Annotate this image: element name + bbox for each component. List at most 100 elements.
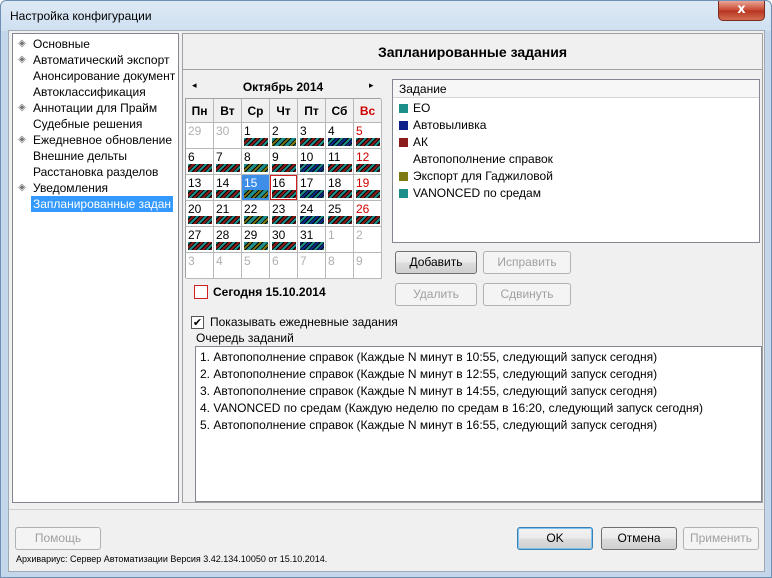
- calendar-day[interactable]: 30: [270, 227, 298, 253]
- queue-item[interactable]: 5. Автопополнение справок (Каждые N мину…: [200, 417, 657, 434]
- queue-item[interactable]: 4. VANONCED по средам (Каждую неделю по …: [200, 400, 703, 417]
- queue-item[interactable]: 3. Автопополнение справок (Каждые N мину…: [200, 383, 657, 400]
- calendar-day[interactable]: 4: [326, 123, 354, 149]
- day-number: 29: [188, 124, 202, 138]
- task-marks-icon: [216, 242, 240, 250]
- day-number: 9: [272, 150, 279, 164]
- calendar-day[interactable]: 2: [270, 123, 298, 149]
- task-marks-icon: [300, 164, 324, 172]
- calendar-day[interactable]: 30: [214, 123, 242, 149]
- calendar-day[interactable]: 8: [326, 253, 354, 279]
- day-number: 30: [216, 124, 230, 138]
- weekday-header: Вт: [214, 99, 242, 123]
- tree-item[interactable]: ◈ Аннотации для Прайм: [13, 100, 178, 116]
- queue-item[interactable]: 2. Автопополнение справок (Каждые N мину…: [200, 366, 657, 383]
- calendar-day[interactable]: 7: [214, 149, 242, 175]
- tasks-column-header[interactable]: Задание: [393, 80, 759, 98]
- calendar-day[interactable]: 29: [242, 227, 270, 253]
- expand-icon[interactable]: ◈: [17, 55, 27, 65]
- delete-button[interactable]: Удалить: [395, 283, 477, 306]
- expand-icon[interactable]: ◈: [17, 135, 27, 145]
- task-marks-icon: [356, 164, 380, 172]
- close-button[interactable]: x: [718, 1, 765, 21]
- calendar-day[interactable]: 10: [298, 149, 326, 175]
- queue-item[interactable]: 1. Автопополнение справок (Каждые N мину…: [200, 349, 657, 366]
- title-bar[interactable]: Настройка конфигурации x: [1, 1, 771, 30]
- calendar-day[interactable]: 1: [326, 227, 354, 253]
- next-month-icon[interactable]: ▸: [369, 81, 374, 91]
- day-number: 10: [300, 150, 314, 164]
- calendar-day[interactable]: 27: [186, 227, 214, 253]
- task-marks-icon: [188, 242, 212, 250]
- add-button[interactable]: Добавить: [395, 251, 477, 274]
- task-marks-icon: [300, 190, 324, 198]
- calendar-day[interactable]: 3: [186, 253, 214, 279]
- edit-button[interactable]: Исправить: [483, 251, 571, 274]
- calendar-grid[interactable]: Пн Вт Ср Чт Пт Сб Вс 29 30 1 2 3 4 5 6 7 8 9 10 11 12 13 14 15 1…: [185, 98, 382, 279]
- calendar-day[interactable]: 28: [214, 227, 242, 253]
- expand-icon[interactable]: ◈: [17, 103, 27, 113]
- calendar-day[interactable]: 17: [298, 175, 326, 201]
- apply-button[interactable]: Применить: [683, 527, 759, 550]
- calendar-day[interactable]: 8: [242, 149, 270, 175]
- calendar-day[interactable]: 2: [354, 227, 382, 253]
- tree-item-label: Уведомления: [33, 181, 109, 195]
- calendar-day[interactable]: 6: [186, 149, 214, 175]
- calendar-day[interactable]: 21: [214, 201, 242, 227]
- tree-item[interactable]: ◈ Автоматический экспорт: [13, 52, 178, 68]
- calendar-day[interactable]: 25: [326, 201, 354, 227]
- calendar-day[interactable]: 20: [186, 201, 214, 227]
- cancel-button[interactable]: Отмена: [601, 527, 677, 550]
- show-daily-label[interactable]: Показывать ежедневные задания: [210, 315, 398, 329]
- tree-item[interactable]: Анонсирование документ: [13, 68, 178, 84]
- calendar-day[interactable]: 14: [214, 175, 242, 201]
- day-number: 6: [188, 150, 195, 164]
- calendar-day[interactable]: 12: [354, 149, 382, 175]
- tree-item[interactable]: Автоклассификация: [13, 84, 178, 100]
- tree-item-label: Судебные решения: [33, 117, 143, 131]
- calendar-day[interactable]: 18: [326, 175, 354, 201]
- calendar-day[interactable]: 24: [298, 201, 326, 227]
- task-label: Экспорт для Гаджиловой: [413, 169, 553, 183]
- tree-item[interactable]: Расстановка разделов: [13, 164, 178, 180]
- ok-button[interactable]: OK: [517, 527, 593, 550]
- tree-item[interactable]: Внешние дельты: [13, 148, 178, 164]
- calendar-day[interactable]: 23: [270, 201, 298, 227]
- expand-icon[interactable]: ◈: [17, 183, 27, 193]
- tasks-list[interactable]: Задание ЕО Автовыливка АК Автопополнение сп…: [392, 79, 760, 243]
- calendar-day[interactable]: 9: [354, 253, 382, 279]
- calendar-day[interactable]: 11: [326, 149, 354, 175]
- calendar-day[interactable]: 5: [242, 253, 270, 279]
- settings-tree[interactable]: ◈ Основные ◈ Автоматический экспорт Анонсиро…: [12, 33, 179, 503]
- move-button[interactable]: Сдвинуть: [483, 283, 571, 306]
- calendar-day[interactable]: 7: [298, 253, 326, 279]
- help-button[interactable]: Помощь: [15, 527, 101, 550]
- tree-item[interactable]: ◈ Основные: [13, 36, 178, 52]
- calendar-day[interactable]: 29: [186, 123, 214, 149]
- task-marks-icon: [244, 242, 268, 250]
- tree-item[interactable]: Судебные решения: [13, 116, 178, 132]
- calendar-day[interactable]: 19: [354, 175, 382, 201]
- calendar-day[interactable]: 6: [270, 253, 298, 279]
- tree-item[interactable]: ◈ Уведомления: [13, 180, 178, 196]
- calendar-day[interactable]: 15: [242, 175, 270, 201]
- today-label[interactable]: Сегодня 15.10.2014: [213, 285, 326, 299]
- task-queue-list[interactable]: 1. Автопополнение справок (Каждые N мину…: [195, 346, 762, 502]
- tree-item[interactable]: Запланированные задан: [13, 196, 178, 212]
- task-marks-icon: [356, 138, 380, 146]
- task-marks-icon: [188, 190, 212, 198]
- calendar-day[interactable]: 22: [242, 201, 270, 227]
- expand-icon[interactable]: ◈: [17, 39, 27, 49]
- calendar-day[interactable]: 26: [354, 201, 382, 227]
- tree-item[interactable]: ◈ Ежедневное обновление: [13, 132, 178, 148]
- calendar-day[interactable]: 1: [242, 123, 270, 149]
- calendar-day[interactable]: 16: [270, 175, 298, 201]
- show-daily-checkbox[interactable]: ✔: [191, 316, 204, 329]
- calendar-day[interactable]: 9: [270, 149, 298, 175]
- calendar-day[interactable]: 13: [186, 175, 214, 201]
- check-mark-icon: ✔: [192, 316, 203, 329]
- calendar-day[interactable]: 31: [298, 227, 326, 253]
- calendar-day[interactable]: 3: [298, 123, 326, 149]
- calendar-day[interactable]: 4: [214, 253, 242, 279]
- calendar-day[interactable]: 5: [354, 123, 382, 149]
